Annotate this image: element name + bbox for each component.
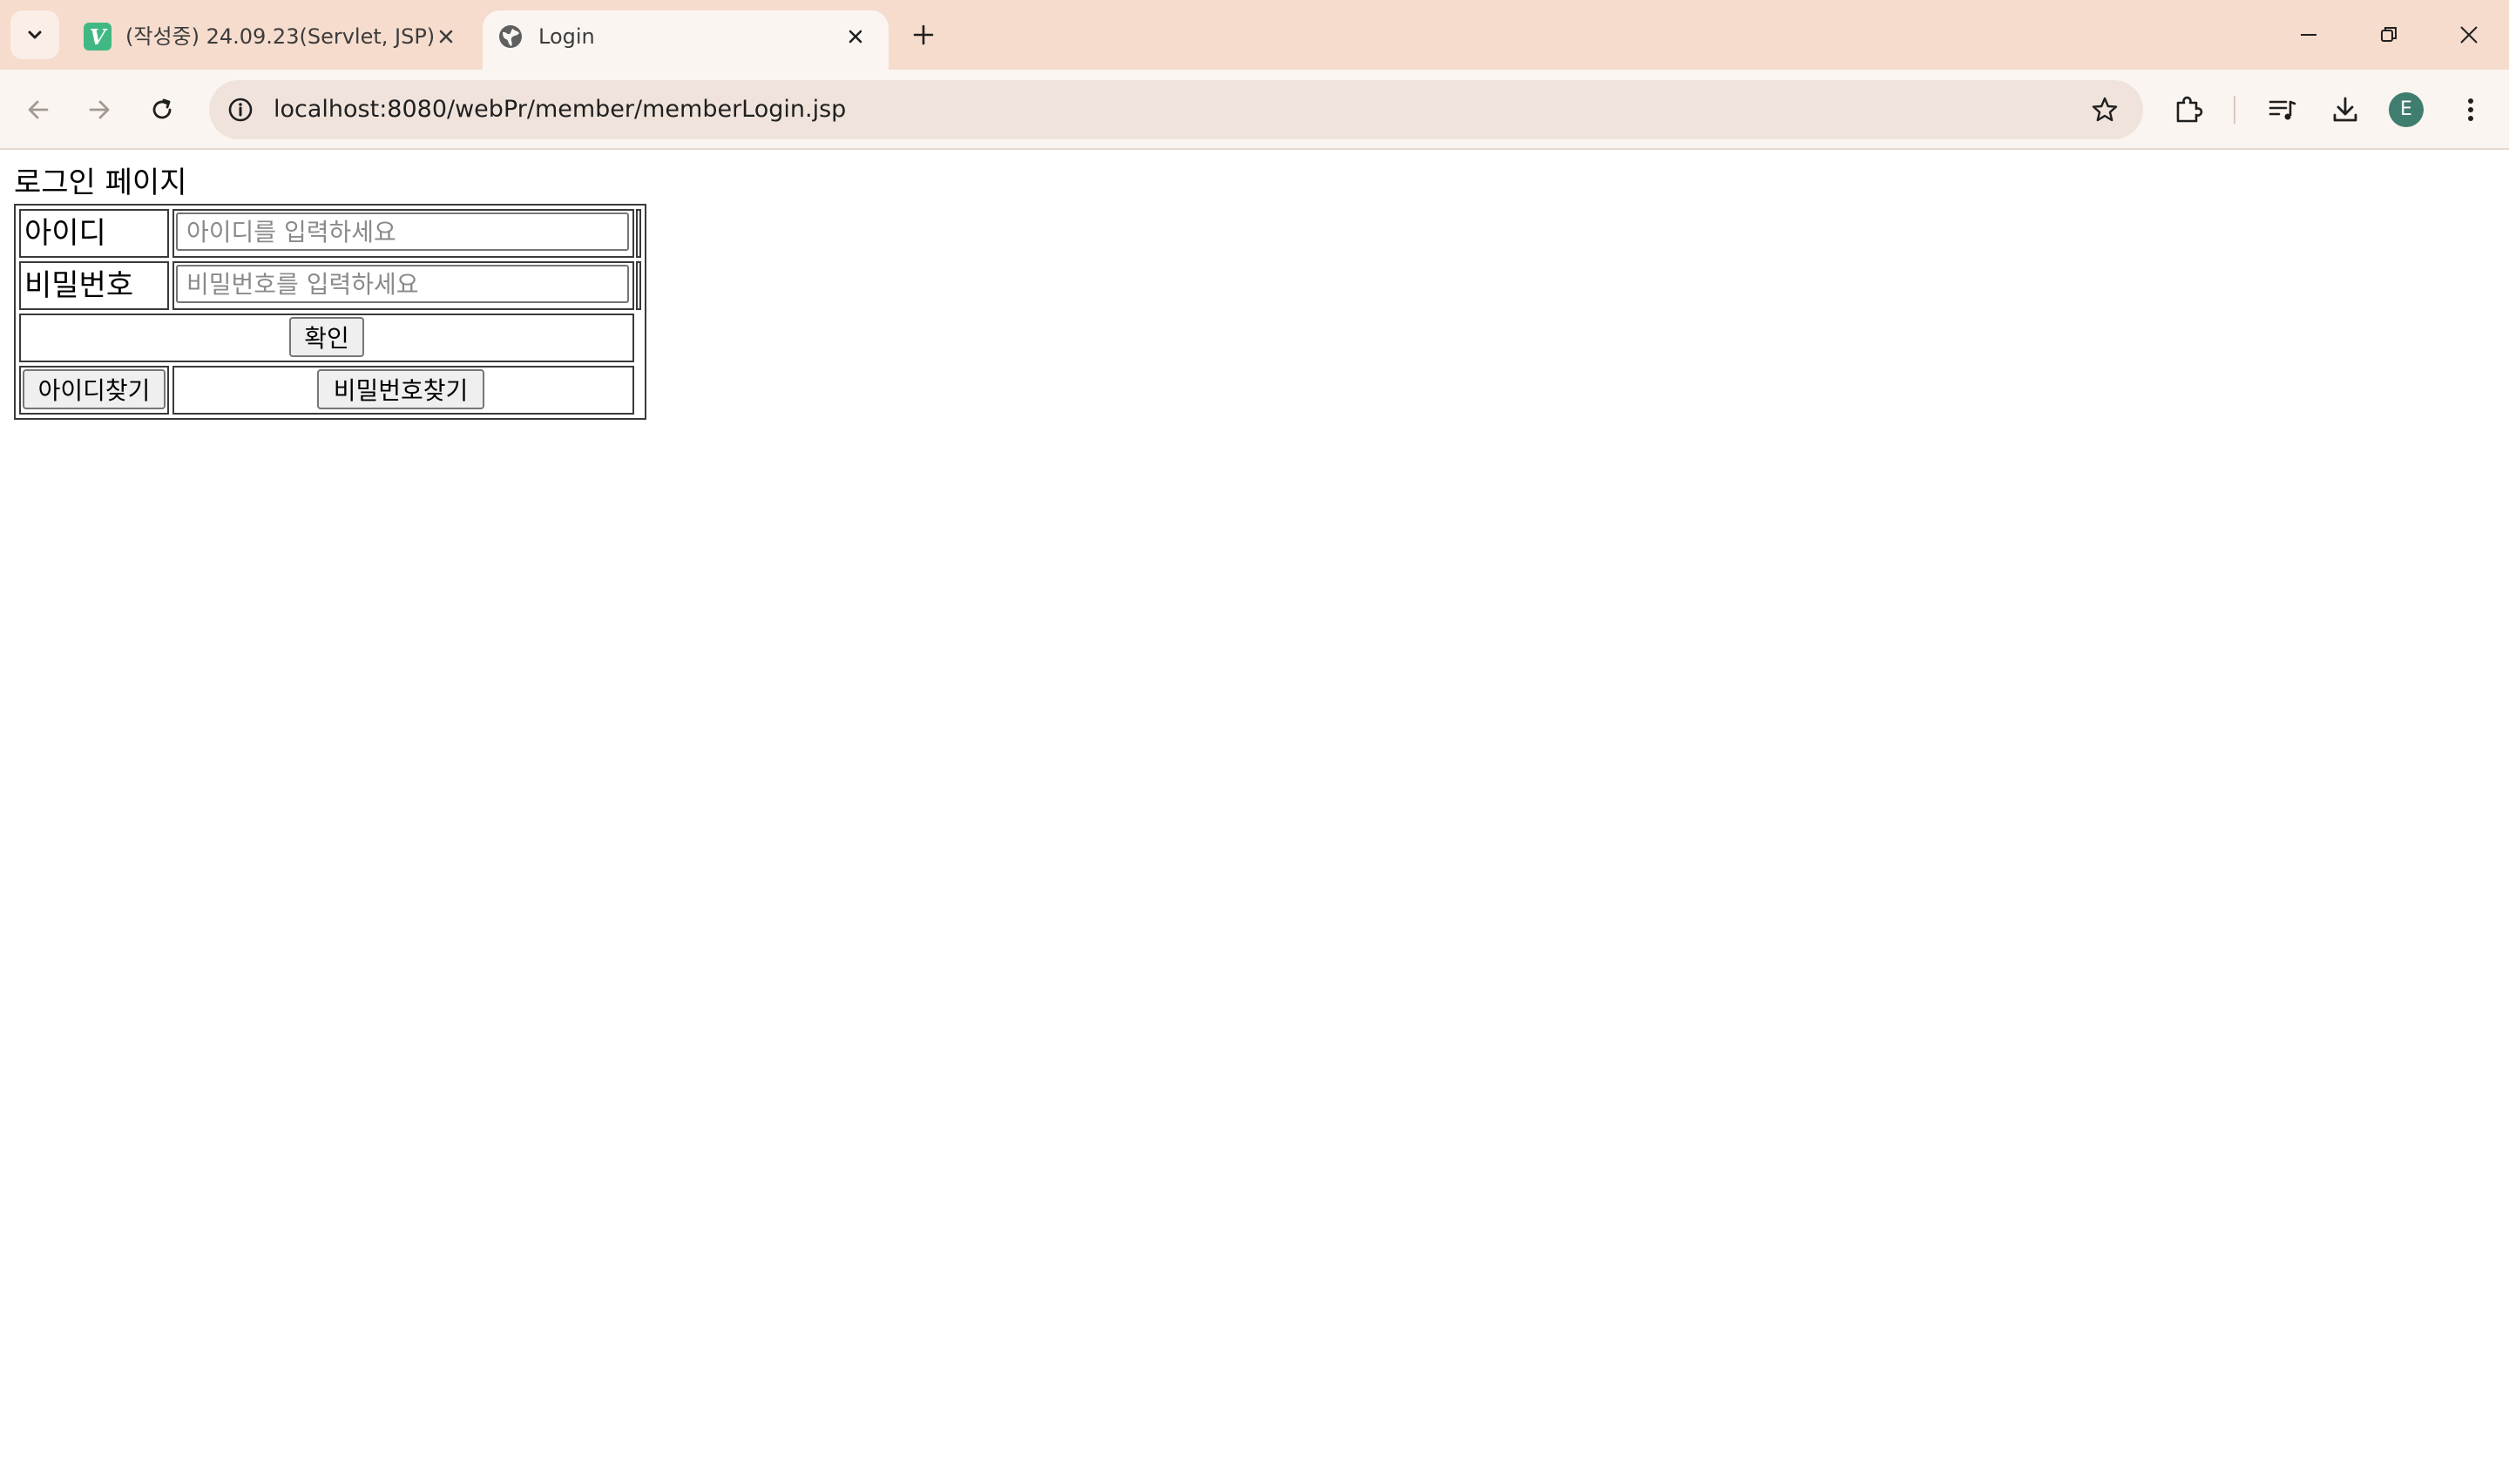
back-button[interactable] [16, 87, 61, 132]
minimize-button[interactable] [2282, 14, 2335, 56]
close-icon[interactable] [434, 24, 458, 49]
extensions-button[interactable] [2166, 87, 2211, 132]
close-icon[interactable] [843, 24, 868, 49]
restore-icon [2381, 27, 2397, 42]
puzzle-icon [2176, 96, 2203, 123]
close-window-button[interactable] [2443, 14, 2495, 56]
info-icon [228, 98, 253, 122]
address-bar[interactable]: localhost:8080/webPr/member/memberLogin.… [209, 80, 2143, 139]
login-form-table: 아이디 비밀번호 확인 아이디찾기 비밀번호찾기 [14, 204, 646, 420]
find-id-cell: 아이디찾기 [19, 366, 169, 415]
toolbar-separator [2234, 96, 2235, 124]
star-icon [2092, 97, 2118, 122]
browser-menu-button[interactable] [2448, 87, 2493, 132]
password-input-cell [172, 261, 634, 310]
table-edge [636, 209, 641, 258]
media-controls-button[interactable] [2260, 87, 2305, 132]
tab-title: (작성중) 24.09.23(Servlet, JSP) [125, 24, 436, 49]
url-text: localhost:8080/webPr/member/memberLogin.… [274, 96, 847, 123]
chevron-down-icon [28, 30, 42, 39]
table-edge [636, 261, 641, 310]
playlist-music-icon [2269, 100, 2296, 120]
profile-avatar[interactable]: E [2389, 92, 2424, 127]
restore-button[interactable] [2363, 14, 2415, 56]
page-title: 로그인 페이지 [14, 165, 187, 200]
reload-button[interactable] [139, 87, 185, 132]
find-password-cell: 비밀번호찾기 [172, 366, 634, 415]
reload-icon [152, 98, 172, 119]
password-label: 비밀번호 [24, 268, 134, 303]
password-input[interactable] [176, 265, 629, 303]
close-icon [2460, 26, 2478, 44]
id-label-cell: 아이디 [19, 209, 169, 258]
page-viewport: 로그인 페이지 아이디 비밀번호 확인 아이디찾기 비밀번호찾기 [0, 152, 2509, 1484]
find-id-button[interactable]: 아이디찾기 [23, 369, 166, 409]
forward-button[interactable] [77, 87, 122, 132]
id-input[interactable] [176, 212, 629, 251]
site-info-button[interactable] [218, 87, 263, 132]
id-label: 아이디 [24, 216, 106, 251]
tab-search-button[interactable] [10, 10, 59, 59]
plus-icon [913, 24, 934, 45]
confirm-cell: 확인 [19, 314, 634, 362]
arrow-left-icon [28, 100, 49, 119]
confirm-button[interactable]: 확인 [289, 317, 364, 357]
tab-active[interactable]: Login [483, 10, 889, 70]
tab-strip: V (작성중) 24.09.23(Servlet, JSP) Login [0, 0, 2509, 70]
downloads-button[interactable] [2323, 87, 2368, 132]
bookmark-star-button[interactable] [2087, 92, 2122, 127]
more-vertical-icon [2468, 98, 2473, 121]
tab-inactive[interactable]: V (작성중) 24.09.23(Servlet, JSP) [70, 10, 479, 70]
new-tab-button[interactable] [906, 17, 941, 52]
minimize-icon [2301, 34, 2316, 36]
browser-toolbar: localhost:8080/webPr/member/memberLogin.… [0, 70, 2509, 150]
globe-icon [497, 23, 524, 51]
vue-favicon-icon: V [84, 23, 112, 51]
password-label-cell: 비밀번호 [19, 261, 169, 310]
id-input-cell [172, 209, 634, 258]
download-icon [2333, 97, 2357, 122]
find-password-button[interactable]: 비밀번호찾기 [317, 369, 484, 409]
tab-title: Login [538, 24, 595, 49]
arrow-right-icon [89, 100, 110, 119]
